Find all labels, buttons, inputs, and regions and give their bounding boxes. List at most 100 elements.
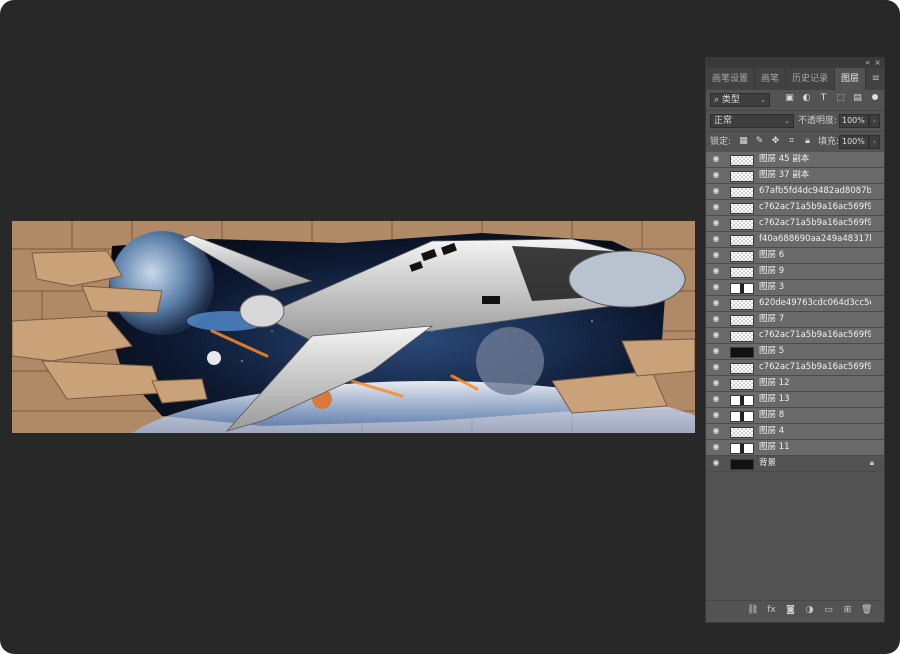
layer-name[interactable]: 图层 8 xyxy=(759,408,871,423)
layer-name[interactable]: f40a688690aa249a48317b... xyxy=(759,232,871,247)
layer-row[interactable]: ◉ f40a688690aa249a48317b... xyxy=(706,232,884,248)
collapse-icon[interactable]: « xyxy=(865,58,870,68)
document-canvas[interactable] xyxy=(12,221,695,433)
layer-row[interactable]: ◉ 图层 37 副本 xyxy=(706,168,884,184)
layer-name[interactable]: 图层 5 xyxy=(759,344,871,359)
opacity-input[interactable]: 100% xyxy=(839,114,869,128)
shape-filter-icon[interactable]: ⬚ xyxy=(835,93,846,104)
eye-icon[interactable]: ◉ xyxy=(711,171,721,179)
layer-thumbnail xyxy=(730,171,754,182)
adjustment-filter-icon[interactable]: ◐ xyxy=(801,93,812,104)
artboard-lock-icon[interactable]: ⌗ xyxy=(786,136,797,147)
search-icon: ⌕ xyxy=(714,95,720,105)
layer-row[interactable]: ◉ c762ac71a5b9a16ac569f96... xyxy=(706,360,884,376)
layer-name[interactable]: 图层 11 xyxy=(759,440,871,455)
eye-icon[interactable]: ◉ xyxy=(711,379,721,387)
layer-row[interactable]: ◉ 图层 45 副本 xyxy=(706,152,884,168)
layer-row[interactable]: ◉ 620de49763cdc064d3cc5e... xyxy=(706,296,884,312)
eye-icon[interactable]: ◉ xyxy=(711,411,721,419)
eye-icon[interactable]: ◉ xyxy=(711,283,721,291)
blend-mode-select[interactable]: 正常 ⌄ xyxy=(710,114,794,128)
layer-name[interactable]: 图层 4 xyxy=(759,424,871,439)
panel-menu-icon[interactable]: ≡ xyxy=(872,73,880,85)
eye-icon[interactable]: ◉ xyxy=(711,251,721,259)
layer-name[interactable]: 67afb5fd4dc9482ad8087ba... xyxy=(759,184,871,199)
layer-filter-select[interactable]: ⌕ 类型 ⌄ xyxy=(710,93,770,107)
layer-name[interactable]: c762ac71a5b9a16ac569f96... xyxy=(759,200,871,215)
layer-row[interactable]: ◉ c762ac71a5b9a16ac569f96... xyxy=(706,216,884,232)
eye-icon[interactable]: ◉ xyxy=(711,299,721,307)
layer-name[interactable]: 图层 37 副本 xyxy=(759,168,871,183)
layer-name[interactable]: 图层 7 xyxy=(759,312,871,327)
layer-row[interactable]: ◉ 图层 5 xyxy=(706,344,884,360)
adjustment-layer-icon[interactable]: ◑ xyxy=(804,601,815,618)
eye-icon[interactable]: ◉ xyxy=(711,219,721,227)
layer-name[interactable]: 背景 xyxy=(759,456,871,471)
eye-icon[interactable]: ◉ xyxy=(711,235,721,243)
layer-name[interactable]: c762ac71a5b9a16ac569f96... xyxy=(759,216,871,231)
photoshop-window: « × 画笔设置 画笔 历史记录 图层 ≡ ⌕ 类型 ⌄ ▣ ◐ T ⬚ ▤ 正… xyxy=(0,0,900,654)
layer-row[interactable]: ◉ c762ac71a5b9a16ac569f96... xyxy=(706,328,884,344)
layer-name[interactable]: 图层 45 副本 xyxy=(759,152,871,167)
layer-row[interactable]: ◉ 图层 9 xyxy=(706,264,884,280)
close-icon[interactable]: × xyxy=(874,58,881,68)
layer-thumbnail xyxy=(730,315,754,326)
fill-dropdown-icon[interactable]: › xyxy=(869,135,880,149)
layer-row[interactable]: ◉ 图层 8 xyxy=(706,408,884,424)
layer-name[interactable]: c762ac71a5b9a16ac569f96... xyxy=(759,360,871,375)
layer-name[interactable]: 620de49763cdc064d3cc5e... xyxy=(759,296,871,311)
tab-layers[interactable]: 图层 xyxy=(835,68,867,90)
delete-layer-icon[interactable]: 🗑︎ xyxy=(861,601,872,618)
layer-row[interactable]: ◉ 图层 13 xyxy=(706,392,884,408)
opacity-dropdown-icon[interactable]: › xyxy=(869,114,880,128)
layer-name[interactable]: 图层 12 xyxy=(759,376,871,391)
layer-row[interactable]: ◉ 图层 11 xyxy=(706,440,884,456)
eye-icon[interactable]: ◉ xyxy=(711,203,721,211)
layer-row[interactable]: ◉ c762ac71a5b9a16ac569f96... xyxy=(706,200,884,216)
fill-input[interactable]: 100% xyxy=(839,135,869,149)
tab-brushes[interactable]: 画笔 xyxy=(755,68,787,90)
layer-row[interactable]: ◉ 67afb5fd4dc9482ad8087ba... xyxy=(706,184,884,200)
layer-row[interactable]: ◉ 图层 6 xyxy=(706,248,884,264)
layer-row[interactable]: ◉ 图层 4 xyxy=(706,424,884,440)
layer-thumbnail xyxy=(730,203,754,214)
layer-name[interactable]: 图层 13 xyxy=(759,392,871,407)
eye-icon[interactable]: ◉ xyxy=(711,459,721,467)
eye-icon[interactable]: ◉ xyxy=(711,427,721,435)
new-layer-icon[interactable]: ⊞ xyxy=(842,601,853,618)
eye-icon[interactable]: ◉ xyxy=(711,363,721,371)
filter-toggle[interactable] xyxy=(872,94,878,100)
canvas-artwork xyxy=(12,221,695,433)
tab-history[interactable]: 历史记录 xyxy=(786,68,836,90)
layer-row[interactable]: ◉ 图层 7 xyxy=(706,312,884,328)
background-layer-row[interactable]: ◉ 背景 🔒︎ xyxy=(706,456,884,472)
eye-icon[interactable]: ◉ xyxy=(711,315,721,323)
new-group-icon[interactable]: ▭ xyxy=(823,601,834,618)
smart-object-filter-icon[interactable]: ▤ xyxy=(852,93,863,104)
eye-icon[interactable]: ◉ xyxy=(711,187,721,195)
layer-name[interactable]: 图层 3 xyxy=(759,280,871,295)
lock-transparent-icon[interactable]: ▦ xyxy=(738,136,749,147)
add-mask-icon[interactable]: ◙ xyxy=(785,601,796,618)
eye-icon[interactable]: ◉ xyxy=(711,155,721,163)
lock-image-icon[interactable]: ✎ xyxy=(754,136,765,147)
layer-name[interactable]: 图层 6 xyxy=(759,248,871,263)
type-filter-icon[interactable]: T xyxy=(818,93,829,104)
layer-row[interactable]: ◉ 图层 12 xyxy=(706,376,884,392)
layer-name[interactable]: c762ac71a5b9a16ac569f96... xyxy=(759,328,871,343)
eye-icon[interactable]: ◉ xyxy=(711,331,721,339)
panel-titlebar: « × xyxy=(706,58,884,68)
eye-icon[interactable]: ◉ xyxy=(711,347,721,355)
layers-panel: « × 画笔设置 画笔 历史记录 图层 ≡ ⌕ 类型 ⌄ ▣ ◐ T ⬚ ▤ 正… xyxy=(705,57,885,623)
tab-brush-settings[interactable]: 画笔设置 xyxy=(706,68,756,90)
lock-position-icon[interactable]: ✥ xyxy=(770,136,781,147)
layer-style-icon[interactable]: fx xyxy=(766,601,777,618)
pixel-filter-icon[interactable]: ▣ xyxy=(784,93,795,104)
lock-all-icon[interactable]: 🔒︎ xyxy=(802,136,813,147)
eye-icon[interactable]: ◉ xyxy=(711,395,721,403)
layer-row[interactable]: ◉ 图层 3 xyxy=(706,280,884,296)
layer-name[interactable]: 图层 9 xyxy=(759,264,871,279)
eye-icon[interactable]: ◉ xyxy=(711,443,721,451)
eye-icon[interactable]: ◉ xyxy=(711,267,721,275)
link-layers-icon[interactable]: ⛓ xyxy=(747,601,758,618)
